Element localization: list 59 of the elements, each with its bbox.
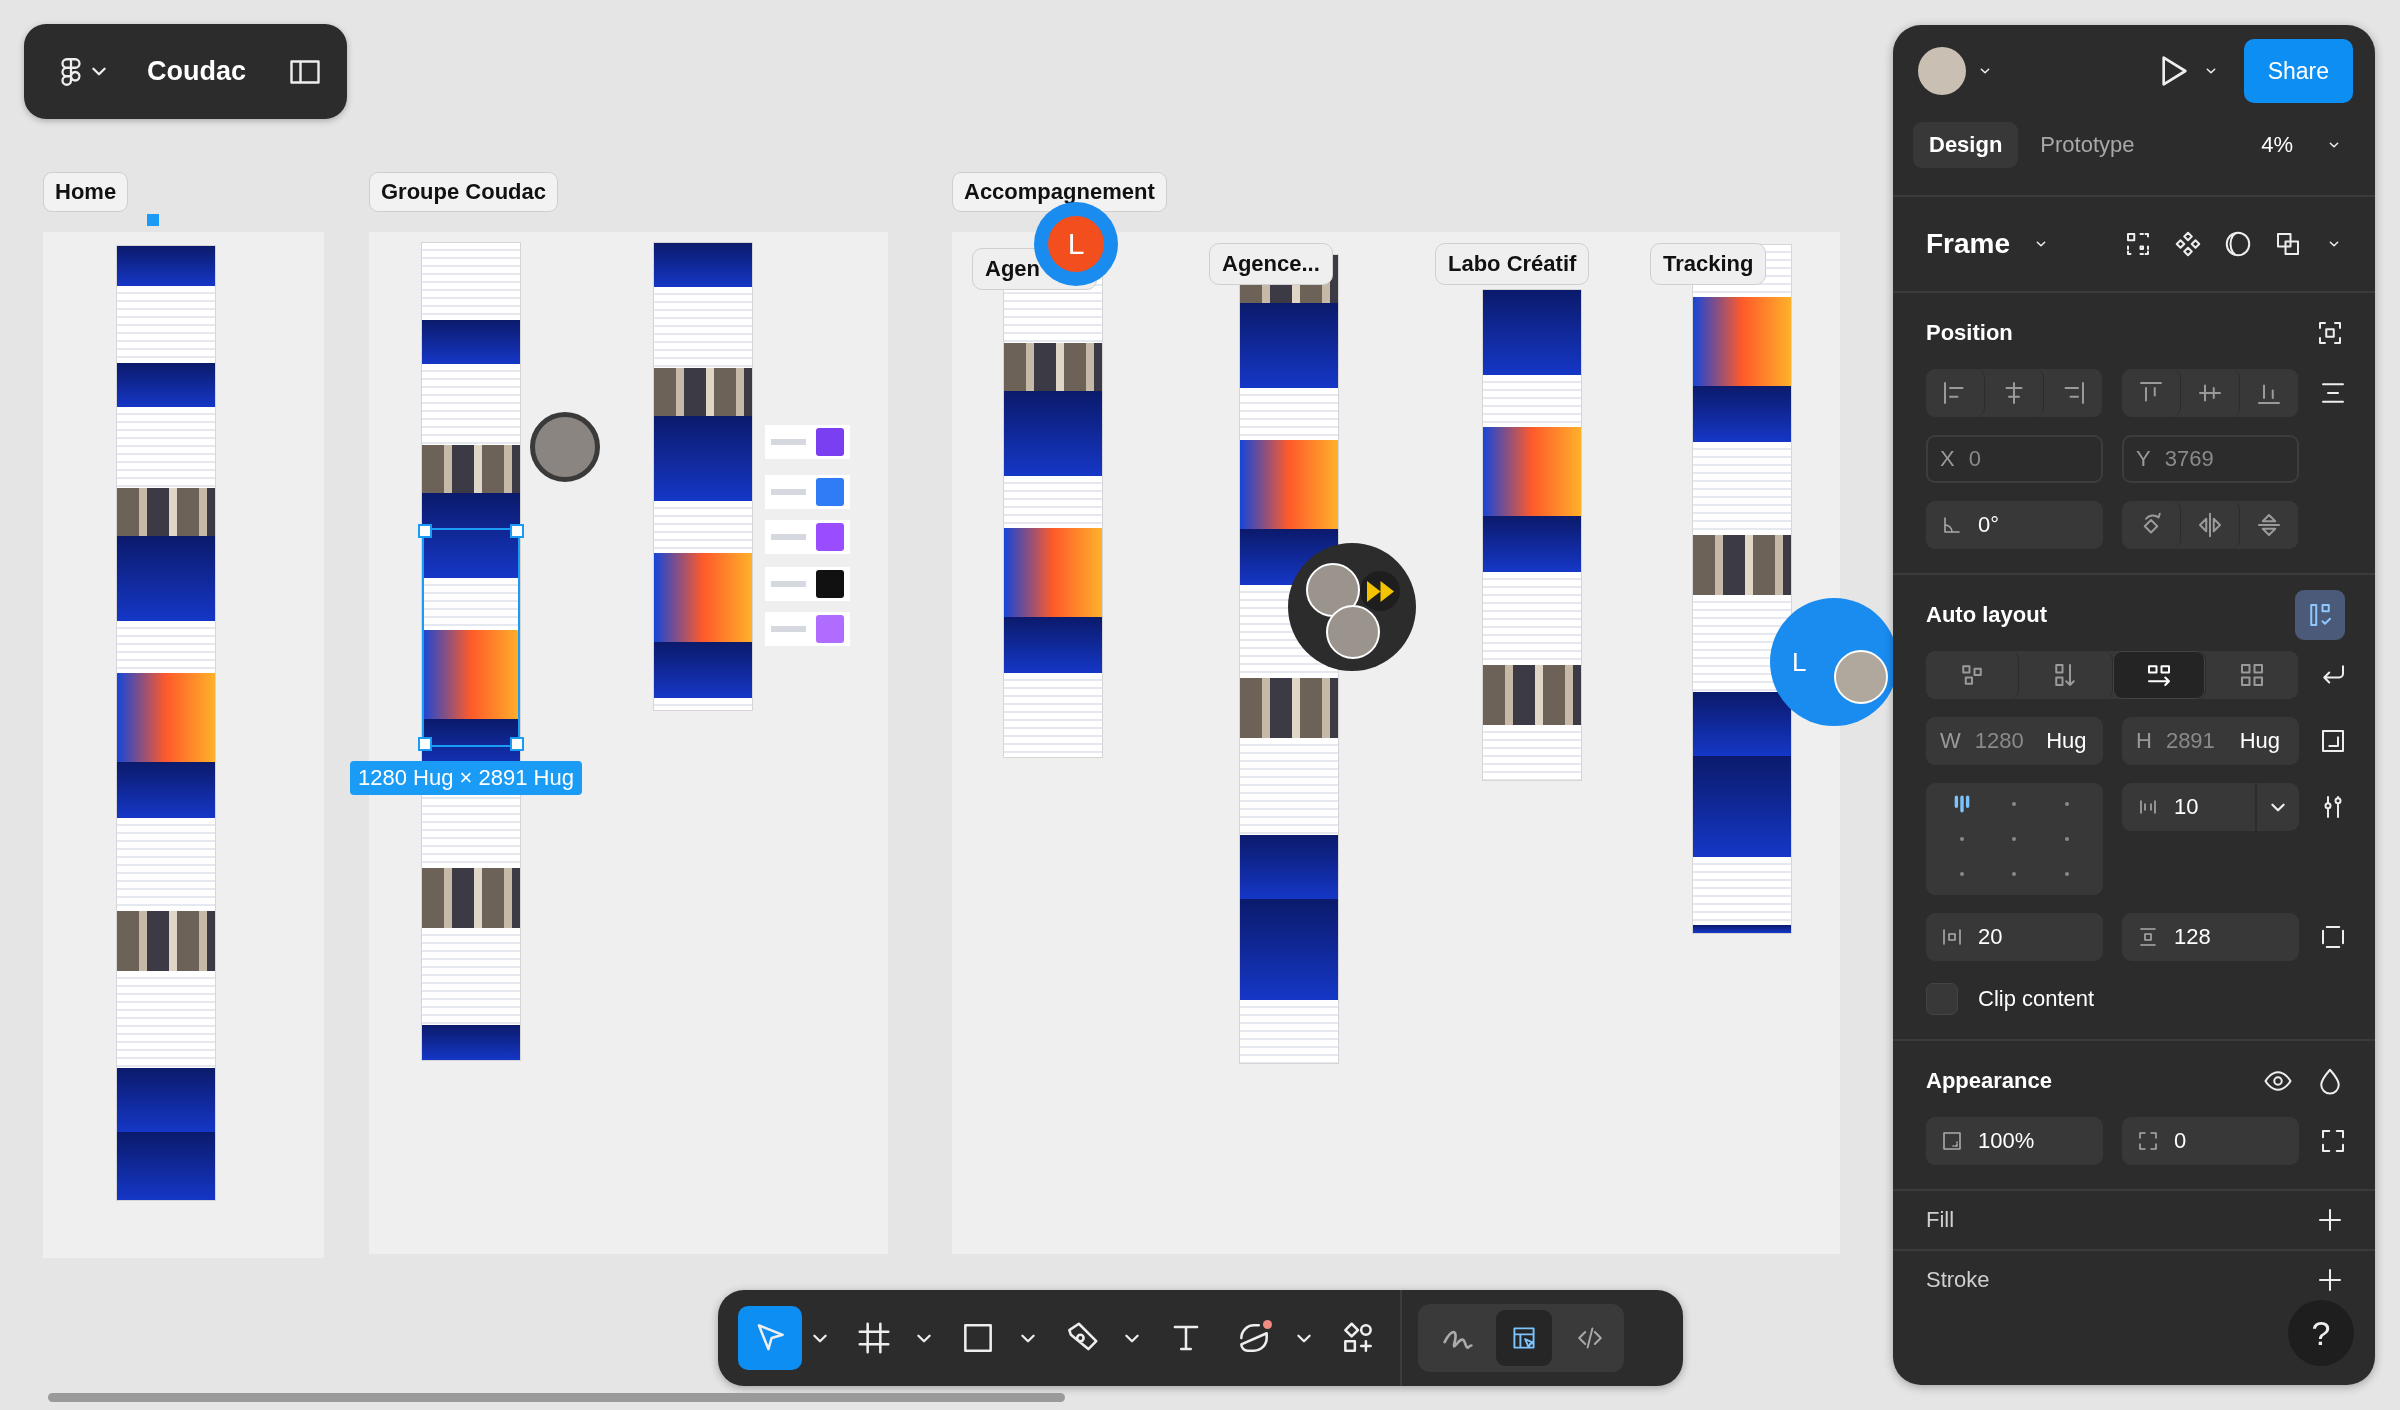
- card-thumbnail[interactable]: [765, 612, 850, 646]
- opacity-field[interactable]: 100%: [1926, 1117, 2103, 1165]
- horizontal-padding-field[interactable]: 20: [1926, 913, 2103, 961]
- x-field[interactable]: X 0: [1926, 435, 2103, 483]
- frame-label[interactable]: Tracking: [1650, 243, 1767, 285]
- frame-label[interactable]: Labo Créatif: [1435, 243, 1590, 285]
- component-icon[interactable]: [2173, 229, 2203, 259]
- caret-icon: [1021, 1333, 1035, 1343]
- layout-direction-button[interactable]: [2112, 651, 2206, 699]
- code-icon: [1575, 1326, 1605, 1350]
- panel-tab[interactable]: Design: [1913, 122, 2019, 168]
- card-thumbnail[interactable]: [765, 567, 850, 601]
- section-title: Appearance: [1926, 1068, 2052, 1094]
- rotation-field[interactable]: 0°: [1926, 501, 2103, 549]
- tool-button[interactable]: [738, 1306, 802, 1370]
- caret-icon: [813, 1333, 827, 1343]
- caret-icon: [2271, 802, 2285, 812]
- scrollbar[interactable]: [48, 1393, 1065, 1402]
- mask-icon[interactable]: [2223, 229, 2253, 259]
- clip-content-checkbox[interactable]: [1926, 983, 1958, 1015]
- page-thumbnail[interactable]: [654, 243, 752, 710]
- zoom-level[interactable]: 4%: [2261, 132, 2293, 158]
- section-title: Fill: [1926, 1207, 1955, 1233]
- panel-tab[interactable]: Prototype: [2024, 122, 2151, 168]
- section-label[interactable]: Groupe Coudac: [369, 172, 558, 212]
- user-avatar[interactable]: [1918, 47, 1966, 95]
- section-title: Position: [1926, 320, 2013, 346]
- caret-icon: [1297, 1333, 1311, 1343]
- avatar: [1306, 563, 1360, 617]
- caret-icon: [92, 67, 106, 76]
- card-thumbnail[interactable]: [765, 520, 850, 554]
- corner-icon: [2136, 1129, 2160, 1153]
- width-field[interactable]: W 1280 Hug: [1926, 717, 2103, 765]
- selection-marker: [147, 214, 159, 226]
- page-thumbnail[interactable]: [1483, 290, 1581, 780]
- y-field[interactable]: Y 3769: [2122, 435, 2299, 483]
- bars-icon: [1954, 795, 1971, 814]
- card-thumbnail[interactable]: [765, 425, 850, 459]
- page-thumbnail[interactable]: [117, 246, 215, 1200]
- section-label[interactable]: Home: [43, 172, 129, 212]
- mode-button[interactable]: [1496, 1310, 1552, 1366]
- fast-forward-icon: [1360, 571, 1400, 611]
- card-thumbnail[interactable]: [765, 475, 850, 509]
- height-field[interactable]: H 2891 Hug: [2122, 717, 2299, 765]
- layer-type[interactable]: Frame: [1926, 228, 2011, 260]
- opacity-icon: [1940, 1129, 1964, 1153]
- vertical-padding-field[interactable]: 128: [2122, 913, 2299, 961]
- caret-icon: [1125, 1333, 1139, 1343]
- section-label[interactable]: Accompagnement: [952, 172, 1167, 212]
- caret-icon: [917, 1333, 931, 1343]
- file-name[interactable]: Coudac: [136, 56, 257, 87]
- frame-label[interactable]: Agence...: [1209, 243, 1333, 285]
- auto-layout-button[interactable]: [2295, 590, 2345, 640]
- corner-radius-field[interactable]: 0: [2122, 1117, 2299, 1165]
- checkbox-label: Clip content: [1978, 986, 2095, 1012]
- size-label: 1280 Hug × 2891 Hug: [350, 761, 582, 795]
- section-title: Stroke: [1926, 1267, 1990, 1293]
- avatar: [1326, 605, 1380, 659]
- section-title: Auto layout: [1926, 602, 2047, 628]
